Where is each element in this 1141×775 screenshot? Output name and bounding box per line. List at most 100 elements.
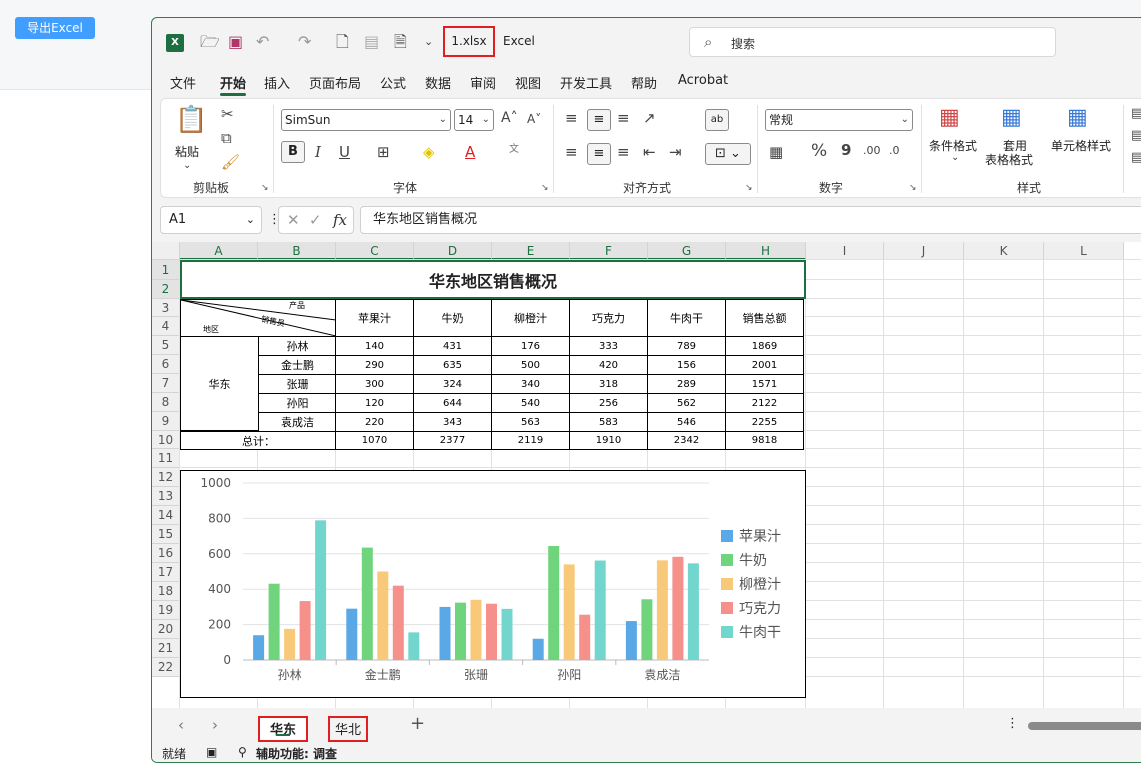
column-header-D[interactable]: D (414, 242, 492, 260)
column-header-F[interactable]: F (570, 242, 648, 260)
format-painter-icon[interactable]: 🖌 (221, 155, 240, 170)
value-cell[interactable]: 644 (413, 393, 492, 413)
value-cell[interactable]: 220 (335, 412, 414, 432)
value-cell[interactable]: 324 (413, 374, 492, 394)
sheet-tab-huadong[interactable]: 华东 (258, 716, 308, 742)
align-center-icon[interactable]: ≡ (587, 143, 611, 165)
value-cell[interactable]: 140 (335, 336, 414, 356)
increase-font-icon[interactable]: A˄ (501, 111, 518, 125)
comma-button[interactable]: 9 (841, 143, 851, 158)
row-header-7[interactable]: 7 (152, 374, 180, 393)
table-format-label-2[interactable]: 表格格式 (985, 151, 1033, 168)
tab-help[interactable]: 帮助 (631, 73, 657, 92)
value-cell[interactable]: 333 (569, 336, 648, 356)
value-cell[interactable]: 156 (647, 355, 726, 375)
total-value-cell[interactable]: 2342 (647, 431, 726, 450)
salesperson-cell[interactable]: 孙阳 (258, 393, 337, 413)
column-header-I[interactable]: I (806, 242, 884, 260)
row-header-11[interactable]: 11 (152, 449, 180, 468)
column-header-K[interactable]: K (964, 242, 1044, 260)
decrease-indent-icon[interactable]: ⇤ (643, 145, 656, 160)
tab-home[interactable]: 开始 (220, 73, 247, 96)
bold-button[interactable]: B (281, 141, 305, 163)
table-title[interactable]: 华东地区销售概况 (180, 260, 806, 299)
clipboard-launcher-icon[interactable]: ↘ (261, 183, 269, 193)
customize-toolbar-icon[interactable]: ⌄ (424, 32, 433, 52)
fill-color-icon[interactable]: ◈ (423, 145, 435, 160)
row-header-22[interactable]: 22 (152, 658, 180, 677)
wrap-text-icon[interactable]: ab (705, 109, 729, 131)
next-sheet-icon[interactable]: › (212, 716, 218, 734)
cut-icon[interactable]: ✂ (221, 107, 234, 122)
value-cell[interactable]: 120 (335, 393, 414, 413)
cancel-icon[interactable]: ✕ (287, 211, 300, 229)
tab-developer[interactable]: 开发工具 (560, 73, 612, 92)
confirm-icon[interactable]: ✓ (309, 211, 322, 229)
new-file-icon[interactable]: 🗋 (336, 32, 349, 52)
total-value-cell[interactable]: 2119 (491, 431, 570, 450)
export-excel-button[interactable]: 导出Excel (15, 17, 95, 39)
decrease-decimal-icon[interactable]: .0 (889, 145, 900, 156)
value-cell[interactable]: 563 (491, 412, 570, 432)
value-cell[interactable]: 546 (647, 412, 726, 432)
total-value-cell[interactable]: 1910 (569, 431, 648, 450)
more-options-icon[interactable]: ⋮ (1006, 716, 1019, 731)
row-header-21[interactable]: 21 (152, 639, 180, 658)
column-header-B[interactable]: B (258, 242, 336, 260)
row-header-10[interactable]: 10 (152, 431, 180, 449)
row-header-13[interactable]: 13 (152, 487, 180, 506)
value-cell[interactable]: 343 (413, 412, 492, 432)
column-header-E[interactable]: E (492, 242, 570, 260)
diagonal-header-cell[interactable]: 产品 销售员 地区 (180, 299, 337, 337)
tab-page-layout[interactable]: 页面布局 (309, 73, 361, 92)
row-header-2[interactable]: 2 (152, 280, 180, 299)
value-cell[interactable]: 500 (491, 355, 570, 375)
format-cells-icon[interactable]: ▤ (1131, 151, 1141, 164)
header-cell[interactable]: 巧克力 (569, 299, 648, 337)
header-cell[interactable]: 牛奶 (413, 299, 492, 337)
row-header-14[interactable]: 14 (152, 506, 180, 525)
header-cell[interactable]: 销售总额 (725, 299, 804, 337)
column-header-H[interactable]: H (726, 242, 806, 260)
column-header-L[interactable]: L (1044, 242, 1124, 260)
salesperson-cell[interactable]: 金士鹏 (258, 355, 337, 375)
tab-formulas[interactable]: 公式 (380, 73, 406, 92)
row-header-18[interactable]: 18 (152, 582, 180, 601)
value-cell[interactable]: 176 (491, 336, 570, 356)
tab-data[interactable]: 数据 (425, 73, 451, 92)
total-value-cell[interactable]: 1070 (335, 431, 414, 450)
tab-review[interactable]: 审阅 (470, 73, 496, 92)
salesperson-cell[interactable]: 袁成洁 (258, 412, 337, 432)
italic-button[interactable]: I (315, 145, 321, 160)
delete-cells-icon[interactable]: ▤ (1131, 129, 1141, 142)
number-launcher-icon[interactable]: ↘ (909, 183, 917, 193)
header-cell[interactable]: 牛肉干 (647, 299, 726, 337)
increase-decimal-icon[interactable]: .00 (863, 145, 881, 156)
value-cell[interactable]: 289 (647, 374, 726, 394)
previous-sheet-icon[interactable]: ‹ (178, 716, 184, 734)
chevron-down-icon[interactable]: ⌄ (951, 153, 959, 163)
tab-view[interactable]: 视图 (515, 73, 541, 92)
insert-function-icon[interactable]: fx (333, 211, 347, 229)
insert-cells-icon[interactable]: ▤ (1131, 107, 1141, 120)
row-header-3[interactable]: 3 (152, 299, 180, 317)
font-size-select[interactable]: 14 ⌄ (454, 109, 494, 131)
accessibility-icon[interactable]: ⚲ (238, 745, 247, 759)
increase-indent-icon[interactable]: ⇥ (669, 145, 682, 160)
number-icon[interactable]: ▤ (364, 32, 379, 52)
open-folder-icon[interactable]: 🗁 (200, 32, 220, 52)
row-header-12[interactable]: 12 (152, 468, 180, 487)
tab-file[interactable]: 文件 (170, 73, 196, 92)
row-header-4[interactable]: 4 (152, 317, 180, 336)
total-value-cell[interactable]: 9818 (725, 431, 804, 450)
total-value-cell[interactable]: 2377 (413, 431, 492, 450)
cell-style-icon[interactable]: ▦ (1067, 107, 1088, 129)
name-box[interactable]: A1 ⌄ (160, 206, 262, 234)
orientation-icon[interactable]: ↗ (643, 111, 656, 126)
save-icon[interactable]: ▣ (228, 32, 243, 52)
table-format-icon[interactable]: ▦ (1001, 107, 1022, 129)
region-cell[interactable]: 华东 (180, 336, 259, 431)
row-header-1[interactable]: 1 (152, 260, 180, 280)
file-name[interactable]: 1.xlsx (443, 26, 495, 57)
cell-style-label[interactable]: 单元格样式 (1051, 137, 1111, 154)
